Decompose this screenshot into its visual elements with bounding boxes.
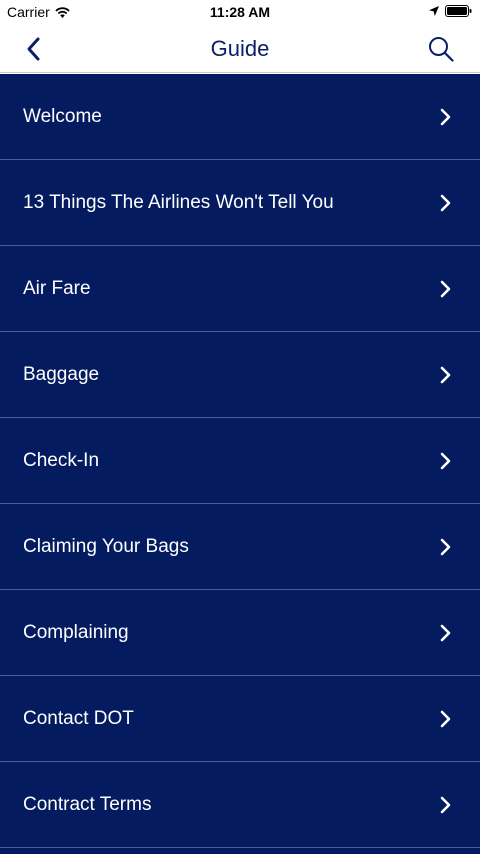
navigation-bar: Guide — [0, 24, 480, 73]
chevron-right-icon — [440, 796, 451, 813]
status-right — [423, 5, 472, 17]
location-arrow-icon — [429, 6, 439, 16]
search-icon — [429, 37, 454, 62]
chevron-right-icon — [440, 538, 451, 555]
chevron-right-icon — [440, 366, 451, 383]
status-time: 11:28 AM — [209, 4, 271, 20]
guide-item-label: Welcome — [23, 105, 102, 127]
guide-item-label: Contact DOT — [23, 707, 134, 729]
guide-item-contract-terms[interactable]: Contract Terms — [0, 762, 480, 848]
battery-icon — [445, 5, 472, 17]
guide-item-label: Air Fare — [23, 277, 91, 299]
guide-item-contact-dot[interactable]: Contact DOT — [0, 676, 480, 762]
chevron-right-icon — [440, 452, 451, 469]
guide-item-label: Check-In — [23, 449, 100, 471]
guide-item-claiming-bags[interactable]: Claiming Your Bags — [0, 504, 480, 590]
guide-item-label: 13 Things The Airlines Won't Tell You — [23, 191, 334, 213]
guide-item-13-things[interactable]: 13 Things The Airlines Won't Tell You — [0, 160, 480, 246]
guide-item-air-fare[interactable]: Air Fare — [0, 246, 480, 332]
status-bar: Carrier 11:28 AM — [0, 0, 480, 24]
guide-item-welcome[interactable]: Welcome — [0, 74, 480, 160]
chevron-right-icon — [440, 624, 451, 641]
search-button[interactable] — [428, 36, 454, 62]
guide-item-label: Contract Terms — [23, 793, 152, 815]
page-title: Guide — [210, 36, 270, 61]
guide-list: Welcome 13 Things The Airlines Won't Tel… — [0, 74, 480, 854]
chevron-right-icon — [440, 194, 451, 211]
guide-item-check-in[interactable]: Check-In — [0, 418, 480, 504]
guide-item-label: Claiming Your Bags — [23, 535, 189, 557]
guide-item-baggage[interactable]: Baggage — [0, 332, 480, 418]
guide-item-complaining[interactable]: Complaining — [0, 590, 480, 676]
guide-item-label: Complaining — [23, 621, 129, 643]
chevron-right-icon — [440, 710, 451, 727]
chevron-right-icon — [440, 280, 451, 297]
guide-item-label: Baggage — [23, 363, 100, 385]
chevron-right-icon — [440, 108, 451, 125]
